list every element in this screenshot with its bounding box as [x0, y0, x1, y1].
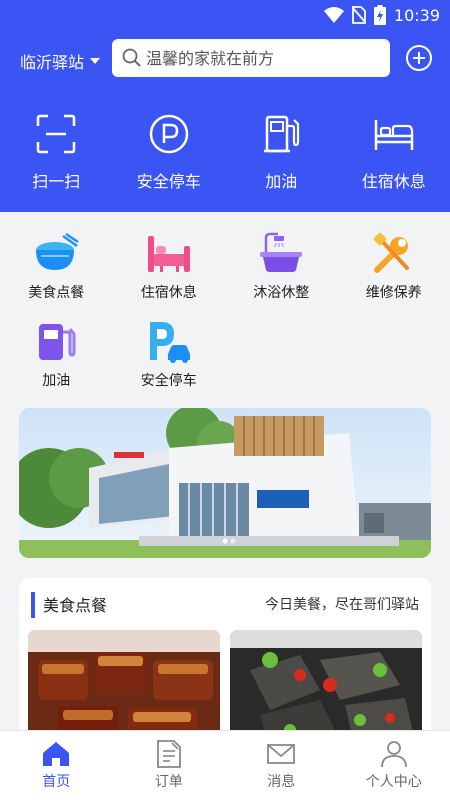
- service-label: 加油: [42, 373, 71, 389]
- service-label: 沐浴休整: [253, 285, 310, 301]
- quick-action-label: 安全停车: [136, 172, 201, 191]
- quick-action-label: 住宿休息: [361, 172, 426, 191]
- parking-car-icon: [149, 322, 190, 363]
- tab-home[interactable]: 首页: [0, 731, 113, 800]
- service-label: 维修保养: [365, 285, 422, 301]
- order-icon: [156, 740, 181, 768]
- fuel-pump-icon: [264, 115, 300, 153]
- service-repair[interactable]: 维修保养: [338, 232, 450, 320]
- services-grid: 美食点餐 住宿休息 沐浴休整 维修保养 加油 安全停车: [0, 232, 450, 408]
- quick-action-label: 扫一扫: [32, 172, 81, 191]
- add-icon[interactable]: [405, 44, 433, 72]
- quick-actions: 扫一扫 安全停车 加油 住宿休息: [0, 112, 450, 192]
- service-fuel[interactable]: 加油: [0, 320, 113, 408]
- service-label: 美食点餐: [28, 285, 85, 301]
- no-sim-icon: [351, 6, 366, 24]
- quick-action-label: 加油: [265, 172, 298, 191]
- service-label: 住宿休息: [140, 285, 197, 301]
- services-row: 美食点餐 住宿休息 沐浴休整 维修保养: [0, 232, 450, 320]
- promo-banner[interactable]: [19, 408, 431, 558]
- bathtub-icon: [260, 232, 303, 272]
- services-row: 加油 安全停车: [0, 320, 450, 408]
- tab-messages[interactable]: 消息: [225, 731, 338, 800]
- parking-icon: [149, 114, 188, 154]
- status-icons: 10:39: [323, 5, 440, 25]
- tab-label: 个人中心: [365, 774, 422, 790]
- person-icon: [380, 741, 407, 768]
- tab-label: 消息: [267, 774, 296, 790]
- food-bowl-icon: [36, 232, 79, 270]
- quick-action-fuel[interactable]: 加油: [225, 112, 338, 192]
- tab-orders[interactable]: 订单: [113, 731, 226, 800]
- service-bath[interactable]: 沐浴休整: [225, 232, 338, 320]
- header: 临沂驿站 扫一扫 安全停车: [0, 32, 450, 212]
- home-icon: [43, 742, 70, 766]
- city-selector[interactable]: 临沂驿站: [20, 49, 101, 73]
- tab-label: 首页: [42, 774, 71, 790]
- status-time: 10:39: [393, 5, 440, 25]
- status-bar: 10:39: [0, 0, 450, 32]
- search-icon: [122, 48, 141, 67]
- search-input[interactable]: [146, 48, 376, 68]
- service-food[interactable]: 美食点餐: [0, 232, 113, 320]
- bottom-tab-bar: 首页 订单 消息 个人中心: [0, 730, 450, 800]
- fuel-pump-icon: [39, 324, 76, 360]
- service-station-illustration: [19, 408, 431, 558]
- wifi-icon: [323, 7, 344, 23]
- bed-icon: [374, 120, 413, 150]
- service-parking[interactable]: 安全停车: [113, 320, 226, 408]
- city-label: 临沂驿站: [20, 53, 85, 72]
- tab-profile[interactable]: 个人中心: [338, 731, 450, 800]
- scan-icon: [37, 114, 76, 154]
- tab-label: 订单: [154, 774, 183, 790]
- search-bar[interactable]: [112, 39, 390, 77]
- quick-action-scan[interactable]: 扫一扫: [0, 112, 113, 192]
- battery-icon: [373, 5, 386, 25]
- quick-action-lodging[interactable]: 住宿休息: [338, 112, 450, 192]
- chevron-down-icon: [90, 58, 101, 64]
- bed-icon: [147, 236, 190, 272]
- food-section-header: 美食点餐 今日美餐，尽在哥们驿站: [19, 590, 431, 618]
- service-lodging[interactable]: 住宿休息: [113, 232, 226, 320]
- service-label: 安全停车: [140, 373, 197, 389]
- food-section-subtitle: 今日美餐，尽在哥们驿站: [265, 597, 419, 613]
- quick-action-parking[interactable]: 安全停车: [113, 112, 226, 192]
- section-accent-bar: [31, 592, 35, 618]
- mail-icon: [267, 744, 296, 764]
- food-section-title: 美食点餐: [43, 596, 108, 615]
- wrench-screwdriver-icon: [373, 232, 409, 273]
- food-section: 美食点餐 今日美餐，尽在哥们驿站: [19, 578, 431, 748]
